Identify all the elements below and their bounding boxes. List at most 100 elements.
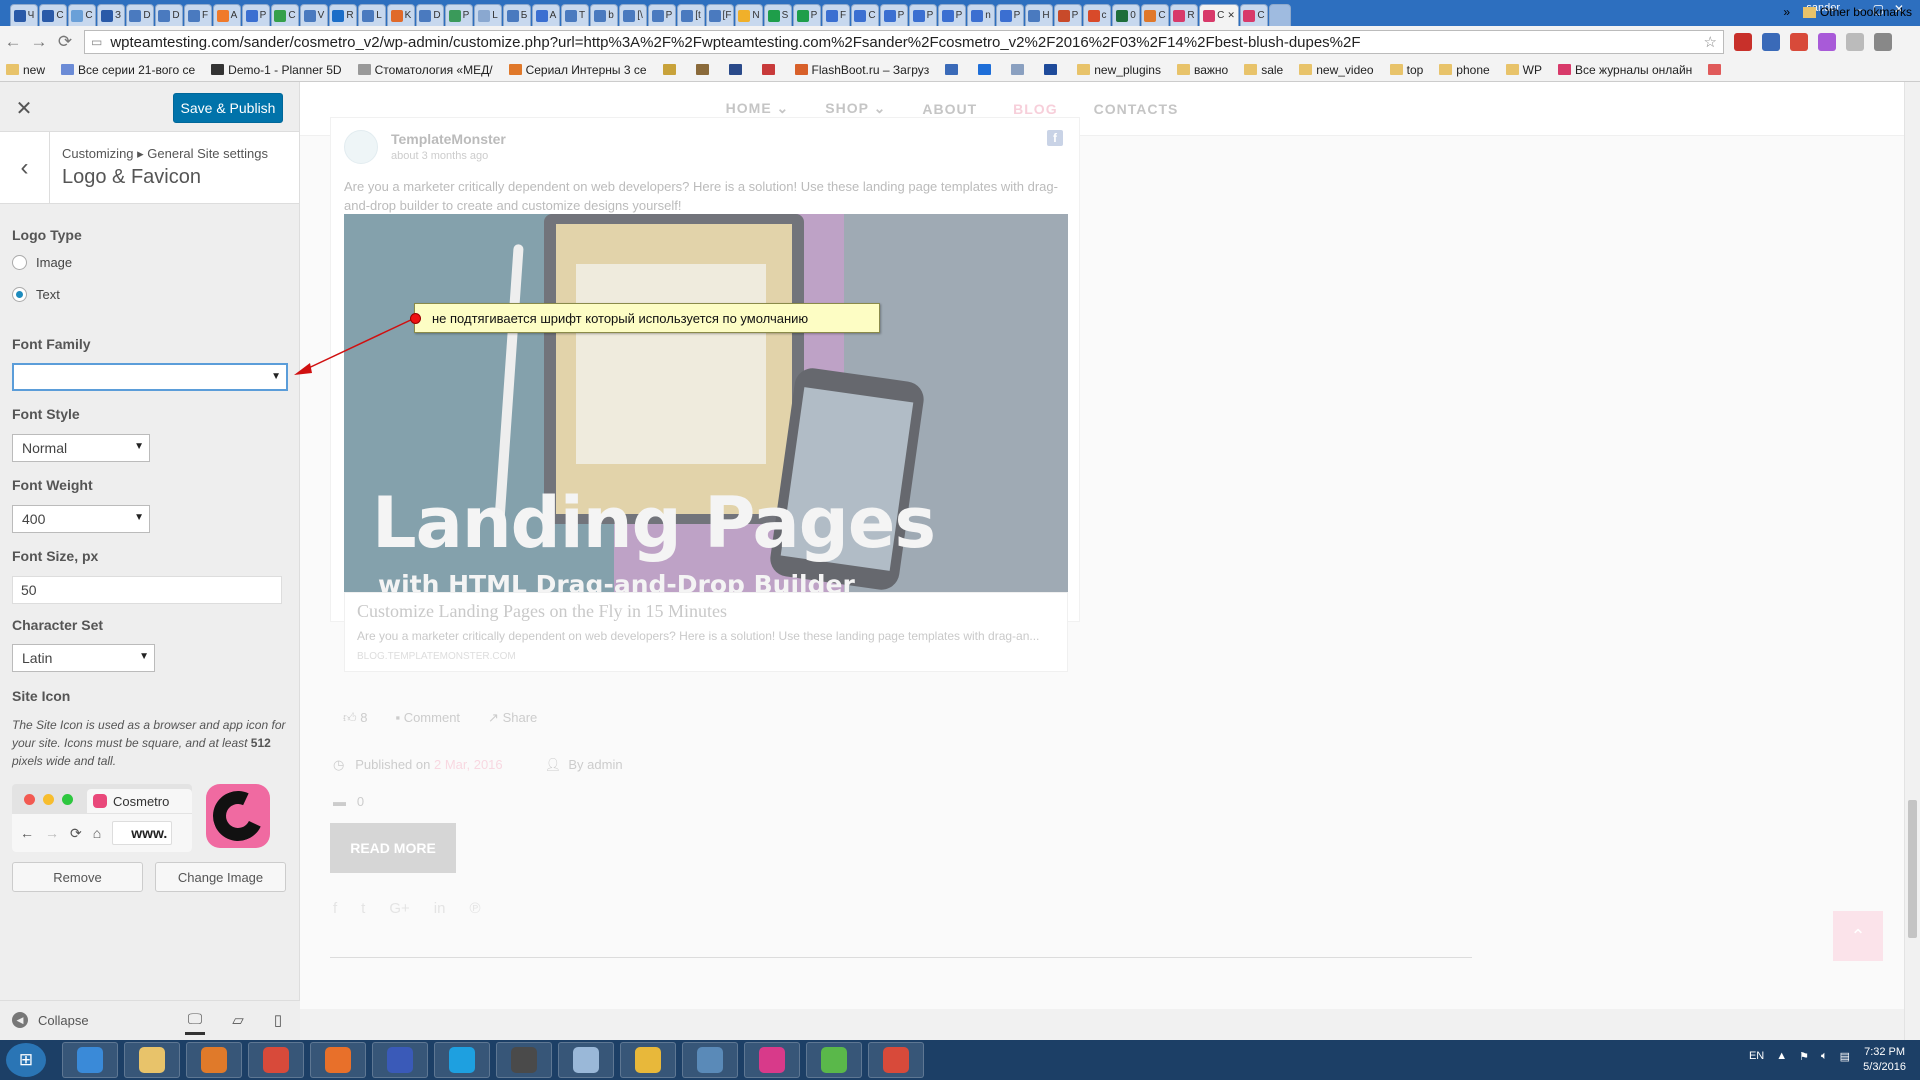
bookmark-folder[interactable]: new_plugins	[1077, 63, 1161, 77]
gmail-icon[interactable]	[1790, 33, 1808, 51]
browser-tab[interactable]: L	[358, 4, 386, 26]
taskbar-media-button[interactable]	[186, 1042, 242, 1078]
browser-tab[interactable]: A	[213, 4, 241, 26]
like-button[interactable]: 👍︎ 8	[343, 710, 367, 726]
other-bookmarks[interactable]: Other bookmarks	[1802, 5, 1912, 19]
bookmark-item[interactable]	[662, 64, 680, 75]
radio-text[interactable]	[12, 287, 27, 302]
browser-tab[interactable]: H	[1025, 4, 1053, 26]
pen-extension-icon[interactable]	[1818, 33, 1836, 51]
nav-item[interactable]: BLOG	[1013, 101, 1057, 117]
browser-tab[interactable]: C	[271, 4, 299, 26]
bookmark-item[interactable]: Сериал Интерны 3 се	[508, 63, 647, 77]
browser-tab[interactable]: З	[97, 4, 125, 26]
font-size-input[interactable]: 50	[12, 576, 282, 604]
author-link[interactable]: By admin	[568, 757, 622, 772]
back-arrow-icon[interactable]: ←	[0, 32, 26, 52]
change-image-button[interactable]: Change Image	[155, 862, 286, 892]
browser-tab[interactable]: V	[300, 4, 328, 26]
desktop-preview-icon[interactable]: 🖵	[185, 1011, 205, 1035]
menu-icon[interactable]	[1874, 33, 1892, 51]
logo-type-text-option[interactable]: Text	[12, 287, 60, 302]
cast-icon[interactable]	[1846, 33, 1864, 51]
link-preview[interactable]: Customize Landing Pages on the Fly in 15…	[344, 592, 1068, 672]
share-button[interactable]: ↗ Share	[488, 710, 537, 726]
browser-tab[interactable]: R	[329, 4, 357, 26]
bookmark-item[interactable]	[1044, 64, 1061, 75]
bookmark-item[interactable]	[1708, 64, 1725, 75]
browser-tab[interactable]: C	[1240, 4, 1268, 26]
back-chevron-icon[interactable]: ‹	[0, 132, 50, 204]
character-set-select[interactable]: Latin ▼	[12, 644, 155, 672]
font-style-select[interactable]: Normal ▼	[12, 434, 150, 462]
browser-tab[interactable]: С	[68, 4, 96, 26]
post-author[interactable]: TemplateMonster	[391, 131, 506, 147]
browser-tab[interactable]: K	[387, 4, 415, 26]
bookmark-star-icon[interactable]: ☆	[1704, 33, 1717, 51]
close-icon[interactable]: ✕	[12, 96, 36, 121]
browser-tab[interactable]: P	[793, 4, 821, 26]
browser-tab[interactable]: F	[822, 4, 850, 26]
browser-tab[interactable]: n	[967, 4, 995, 26]
bookmark-folder[interactable]: важно	[1176, 63, 1228, 77]
nav-item[interactable]: HOME ⌄	[726, 100, 790, 117]
browser-tab[interactable]: c	[1083, 4, 1111, 26]
browser-tab[interactable]: P	[1054, 4, 1082, 26]
facebook-icon[interactable]: f	[1047, 130, 1063, 146]
adblock-icon[interactable]	[1734, 33, 1752, 51]
browser-tab[interactable]: [t	[677, 4, 705, 26]
nav-item[interactable]: SHOP ⌄	[825, 100, 886, 117]
bookmark-folder[interactable]: sale	[1244, 63, 1283, 77]
browser-tab[interactable]: P	[880, 4, 908, 26]
network-icon[interactable]: ▤	[1840, 1050, 1850, 1063]
new-tab-button[interactable]	[1269, 4, 1291, 26]
bookmark-folder[interactable]: phone	[1439, 63, 1490, 77]
bookmark-folder[interactable]: new_video	[1299, 63, 1374, 77]
facebook-share-icon[interactable]: f	[333, 900, 337, 917]
bookmark-item[interactable]	[761, 64, 779, 75]
taskbar-sublime-button[interactable]	[496, 1042, 552, 1078]
bookmark-item[interactable]: Demo-1 - Planner 5D	[211, 63, 342, 77]
taskbar-s-app-button[interactable]	[744, 1042, 800, 1078]
published-date[interactable]: 2 Mar, 2016	[434, 757, 503, 772]
taskbar-explorer-button[interactable]	[124, 1042, 180, 1078]
bookmark-item[interactable]	[1011, 64, 1028, 75]
browser-tab[interactable]: A	[532, 4, 560, 26]
taskbar-save-button[interactable]	[372, 1042, 428, 1078]
taskbar-screens-button[interactable]	[682, 1042, 738, 1078]
bookmark-item[interactable]: Стоматология «МЕД/	[357, 63, 493, 77]
taskbar-chrome-2-button[interactable]	[868, 1042, 924, 1078]
browser-tab[interactable]: P	[996, 4, 1024, 26]
address-bar[interactable]: ▭ wpteamtesting.com/sander/cosmetro_v2/w…	[84, 30, 1724, 54]
extension-globe-icon[interactable]	[1762, 33, 1780, 51]
bookmark-item[interactable]: Все серии 21-вого се	[61, 63, 195, 77]
taskbar-skype-button[interactable]	[434, 1042, 490, 1078]
browser-tab[interactable]: C	[1141, 4, 1169, 26]
browser-tab[interactable]: P	[445, 4, 473, 26]
browser-tab[interactable]: P	[909, 4, 937, 26]
reload-icon[interactable]: ⟳	[52, 32, 78, 52]
google-plus-share-icon[interactable]: G+	[389, 900, 409, 917]
bookmark-folder[interactable]: WP	[1505, 63, 1542, 77]
taskbar-notes-button[interactable]	[558, 1042, 614, 1078]
browser-tab[interactable]: N	[735, 4, 763, 26]
browser-tab[interactable]: 0	[1112, 4, 1140, 26]
bookmark-item[interactable]	[695, 64, 713, 75]
read-more-button[interactable]: READ MORE	[330, 823, 456, 873]
language-indicator[interactable]: EN	[1749, 1050, 1764, 1063]
tab-close-icon[interactable]: ✕	[1227, 10, 1235, 21]
save-publish-button[interactable]: Save & Publish	[173, 93, 283, 123]
comment-button[interactable]: ▪ Comment	[395, 710, 460, 726]
twitter-share-icon[interactable]: t	[361, 900, 365, 917]
pinterest-share-icon[interactable]: ℗	[469, 900, 480, 917]
start-button[interactable]: ⊞	[6, 1043, 46, 1077]
browser-tab[interactable]: S	[764, 4, 792, 26]
browser-tab[interactable]: D	[416, 4, 444, 26]
bookmark-item[interactable]	[978, 64, 995, 75]
post-image[interactable]: Landing Pages with HTML Drag-and-Drop Bu…	[344, 214, 1068, 592]
bookmark-item[interactable]	[945, 64, 962, 75]
browser-tab[interactable]: Б	[503, 4, 531, 26]
browser-tab[interactable]: b	[590, 4, 618, 26]
font-weight-select[interactable]: 400 ▼	[12, 505, 150, 533]
browser-tab[interactable]: P	[242, 4, 270, 26]
